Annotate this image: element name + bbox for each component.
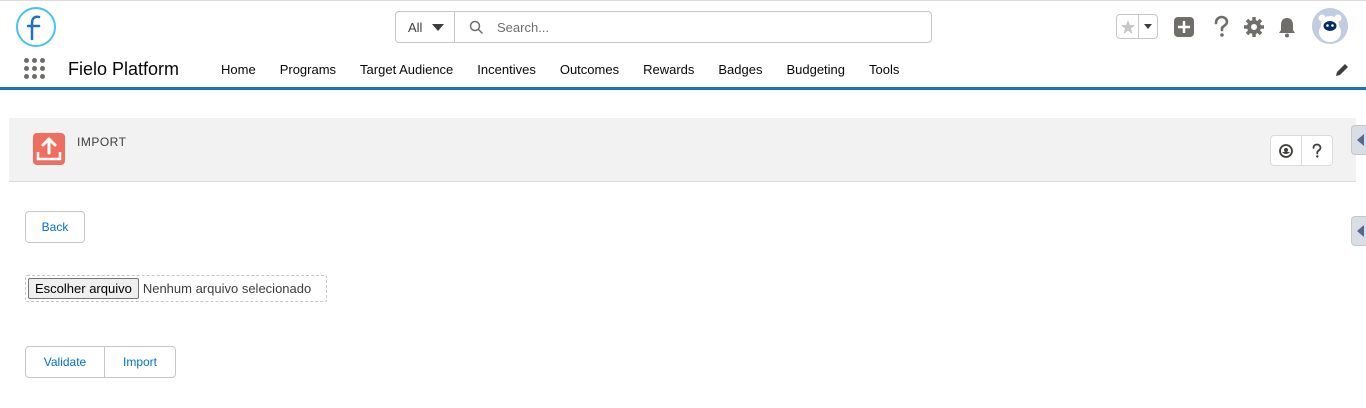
nav-item-home[interactable]: Home (209, 52, 268, 87)
import-button[interactable]: Import (104, 347, 175, 377)
help-question-icon[interactable] (1301, 136, 1332, 165)
global-search: All Search... (395, 11, 932, 43)
nav-item-tools[interactable]: Tools (857, 52, 911, 87)
help-icon[interactable] (1209, 15, 1233, 39)
search-scope-label: All (408, 19, 423, 35)
upload-icon (33, 133, 65, 165)
app-navigation-bar: Fielo Platform Home Programs Target Audi… (0, 52, 1366, 90)
nav-item-incentives[interactable]: Incentives (465, 52, 548, 87)
walkthrough-icon[interactable] (1271, 136, 1301, 165)
nav-item-budgeting[interactable]: Budgeting (774, 52, 857, 87)
page-title: IMPORT (77, 135, 127, 149)
chevron-down-icon (432, 23, 445, 31)
fielo-logo-icon (26, 15, 41, 41)
setup-gear-icon[interactable] (1242, 15, 1266, 39)
app-launcher-waffle-icon[interactable] (24, 58, 48, 82)
nav-item-badges[interactable]: Badges (706, 52, 774, 87)
notifications-bell-icon[interactable] (1275, 15, 1299, 39)
page-header-actions (1270, 135, 1333, 166)
favorites-button[interactable] (1116, 14, 1158, 39)
global-header: All Search... (0, 0, 1366, 52)
file-status-text: Nenhum arquivo selecionado (142, 281, 312, 296)
import-actions-group: Validate Import (25, 346, 176, 378)
astro-avatar-icon (1312, 8, 1348, 44)
validate-button[interactable]: Validate (26, 347, 104, 377)
nav-item-rewards[interactable]: Rewards (631, 52, 706, 87)
edit-nav-pencil-icon[interactable] (1334, 62, 1350, 78)
nav-item-programs[interactable]: Programs (268, 52, 348, 87)
file-upload-field: Escolher arquivo Nenhum arquivo selecion… (25, 275, 327, 302)
nav-item-outcomes[interactable]: Outcomes (548, 52, 631, 87)
user-avatar[interactable] (1312, 8, 1348, 44)
search-icon (455, 12, 497, 42)
favorites-star-icon[interactable] (1117, 15, 1139, 38)
add-icon[interactable] (1172, 15, 1196, 39)
search-scope-dropdown[interactable]: All (396, 12, 455, 42)
favorites-dropdown-icon[interactable] (1139, 15, 1157, 38)
nav-items: Home Programs Target Audience Incentives… (209, 52, 911, 87)
side-panel-toggle-icon[interactable] (1351, 216, 1366, 246)
page-body: IMPORT Back Escolher arquivo Nenhum arqu… (0, 90, 1366, 408)
app-name: Fielo Platform (68, 59, 180, 79)
nav-item-target-audience[interactable]: Target Audience (348, 52, 465, 87)
back-button[interactable]: Back (25, 211, 85, 243)
fielo-logo[interactable] (16, 7, 56, 47)
side-panel-toggle-icon[interactable] (1351, 125, 1366, 155)
choose-file-button[interactable]: Escolher arquivo (28, 278, 139, 299)
search-input[interactable]: Search... (497, 12, 931, 42)
page-header: IMPORT (9, 118, 1356, 182)
